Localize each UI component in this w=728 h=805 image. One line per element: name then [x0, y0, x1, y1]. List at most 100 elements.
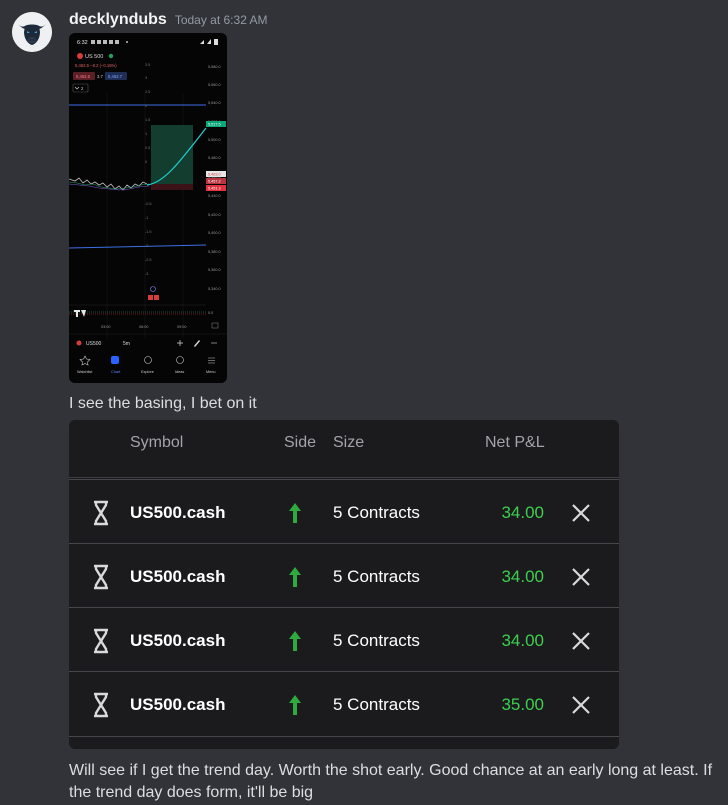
svg-text:5,400.0: 5,400.0 — [208, 231, 221, 235]
svg-text:5,500.0: 5,500.0 — [208, 138, 221, 142]
svg-text:Chart: Chart — [111, 370, 121, 374]
svg-text:1.5: 1.5 — [145, 118, 150, 122]
time-axis: 03:00 06:00 09:00 — [101, 325, 187, 329]
status-notification-icons — [91, 40, 128, 44]
svg-text:5,463.0: 5,463.0 — [208, 173, 221, 177]
row-size: 5 Contracts — [333, 503, 420, 522]
svg-text:Ideas: Ideas — [175, 370, 184, 374]
chevron-down-icon — [74, 86, 80, 90]
svg-text:-2.5: -2.5 — [145, 258, 152, 262]
more-icon[interactable] — [211, 342, 217, 344]
row-net-pnl: 34.00 — [501, 631, 544, 650]
svg-text:5,360.0: 5,360.0 — [208, 268, 221, 272]
chart-nav-icon[interactable] — [111, 356, 119, 364]
toolbar-interval[interactable]: 5m — [123, 341, 130, 347]
svg-text:5,480.0: 5,480.0 — [208, 156, 221, 160]
explore-icon[interactable] — [144, 356, 152, 364]
table-divider — [69, 736, 619, 737]
row-net-pnl: 34.00 — [501, 567, 544, 586]
settings-icon[interactable] — [211, 322, 219, 329]
svg-text:Explore: Explore — [141, 370, 154, 374]
row-size: 5 Contracts — [333, 631, 420, 650]
table-row: US500.cash 5 Contracts 34.00 — [69, 543, 619, 607]
left-axis: 3.5 3 2.5 2 1.5 1 0.5 0 -0.5 -1 -1.5 -2 … — [145, 63, 152, 276]
hourglass-icon — [94, 500, 108, 526]
row-symbol: US500.cash — [130, 567, 226, 586]
spread: 3.7 — [97, 74, 103, 79]
svg-text:0: 0 — [145, 160, 147, 164]
market-open-icon — [108, 53, 114, 59]
chat-message: decklyndubs Today at 6:32 AM 6:32 US 500… — [0, 0, 728, 805]
header-size: Size — [333, 434, 365, 451]
chart-plot[interactable] — [69, 93, 207, 338]
table-header: Symbol Side Size Net P&L — [69, 420, 619, 478]
row-symbol: US500.cash — [130, 631, 226, 650]
close-icon[interactable] — [570, 566, 592, 588]
svg-text:5,580.0: 5,580.0 — [208, 65, 221, 69]
bottom-nav: Watchlist Chart Explore Ideas Menu — [77, 355, 216, 374]
close-icon[interactable] — [570, 630, 592, 652]
row-symbol: US500.cash — [130, 503, 226, 522]
row-size: 5 Contracts — [333, 695, 420, 714]
header-side: Side — [284, 434, 317, 451]
arrow-up-icon — [289, 503, 301, 523]
watchlist-icon[interactable] — [79, 355, 91, 366]
timestamp: Today at 6:32 AM — [174, 13, 268, 27]
hourglass-icon — [94, 692, 108, 718]
row-symbol: US500.cash — [130, 695, 226, 714]
svg-text:2: 2 — [145, 104, 147, 108]
header-symbol: Symbol — [130, 434, 184, 451]
row-net-pnl: 35.00 — [501, 695, 544, 714]
bull-logo-icon — [12, 12, 52, 52]
hourglass-icon — [94, 628, 108, 654]
svg-text:-2: -2 — [145, 244, 148, 248]
message-header: decklyndubs Today at 6:32 AM — [69, 11, 268, 31]
svg-text:5,457.2: 5,457.2 — [208, 180, 221, 184]
message-text: I see the basing, I bet on it — [69, 395, 257, 412]
header-net-pnl: Net P&L — [485, 434, 545, 451]
draw-icon[interactable] — [194, 340, 200, 347]
add-icon[interactable] — [177, 340, 183, 346]
arrow-up-icon — [289, 567, 301, 587]
toolbar-ticker[interactable]: US500 — [86, 341, 102, 347]
svg-text:-0.5: -0.5 — [145, 202, 152, 206]
username[interactable]: decklyndubs — [69, 11, 167, 29]
indicator-count: 2 — [81, 86, 84, 91]
arrow-up-icon — [289, 695, 301, 715]
svg-text:5,451.3: 5,451.3 — [208, 187, 221, 191]
bid-price: 5,463.5 — [76, 74, 91, 79]
svg-text:Watchlist: Watchlist — [77, 370, 93, 374]
close-icon[interactable] — [570, 694, 592, 716]
row-size: 5 Contracts — [333, 567, 420, 586]
svg-text:-3: -3 — [145, 272, 148, 276]
table-row: US500.cash 5 Contracts 35.00 — [69, 671, 619, 735]
table-row: US500.cash 5 Contracts 34.00 — [69, 479, 619, 543]
svg-text:1: 1 — [145, 132, 147, 136]
close-icon[interactable] — [570, 502, 592, 524]
ask-price: 5,463.7 — [108, 74, 123, 79]
us-flag-icon — [77, 53, 83, 59]
hourglass-icon — [94, 564, 108, 590]
svg-text:-1.5: -1.5 — [145, 230, 152, 234]
attached-chart-screenshot[interactable]: 6:32 US 500 5,463.5 −8.2 (−0.15%) 5,463.… — [69, 33, 227, 383]
svg-text:5,420.0: 5,420.0 — [208, 213, 221, 217]
chart-symbol: US 500 — [85, 54, 103, 60]
svg-text:-1: -1 — [145, 216, 148, 220]
price-change: 5,463.5 −8.2 (−0.15%) — [75, 63, 117, 68]
svg-text:3: 3 — [145, 76, 147, 80]
menu-icon[interactable] — [208, 357, 215, 364]
us-flag-icon — [76, 340, 82, 346]
svg-text:5,560.0: 5,560.0 — [208, 83, 221, 87]
status-time: 6:32 — [77, 40, 88, 46]
user-avatar[interactable] — [12, 12, 52, 52]
svg-text:06:00: 06:00 — [139, 325, 149, 329]
svg-text:5,340.0: 5,340.0 — [208, 287, 221, 291]
tradingview-logo-icon — [74, 310, 86, 317]
ideas-icon[interactable] — [176, 356, 184, 364]
arrow-up-icon — [289, 631, 301, 651]
svg-text:3.5: 3.5 — [145, 63, 150, 67]
row-net-pnl: 34.00 — [501, 503, 544, 522]
table-row: US500.cash 5 Contracts 34.00 — [69, 607, 619, 671]
svg-text:5,540.0: 5,540.0 — [208, 101, 221, 105]
svg-text:0.5: 0.5 — [145, 146, 150, 150]
